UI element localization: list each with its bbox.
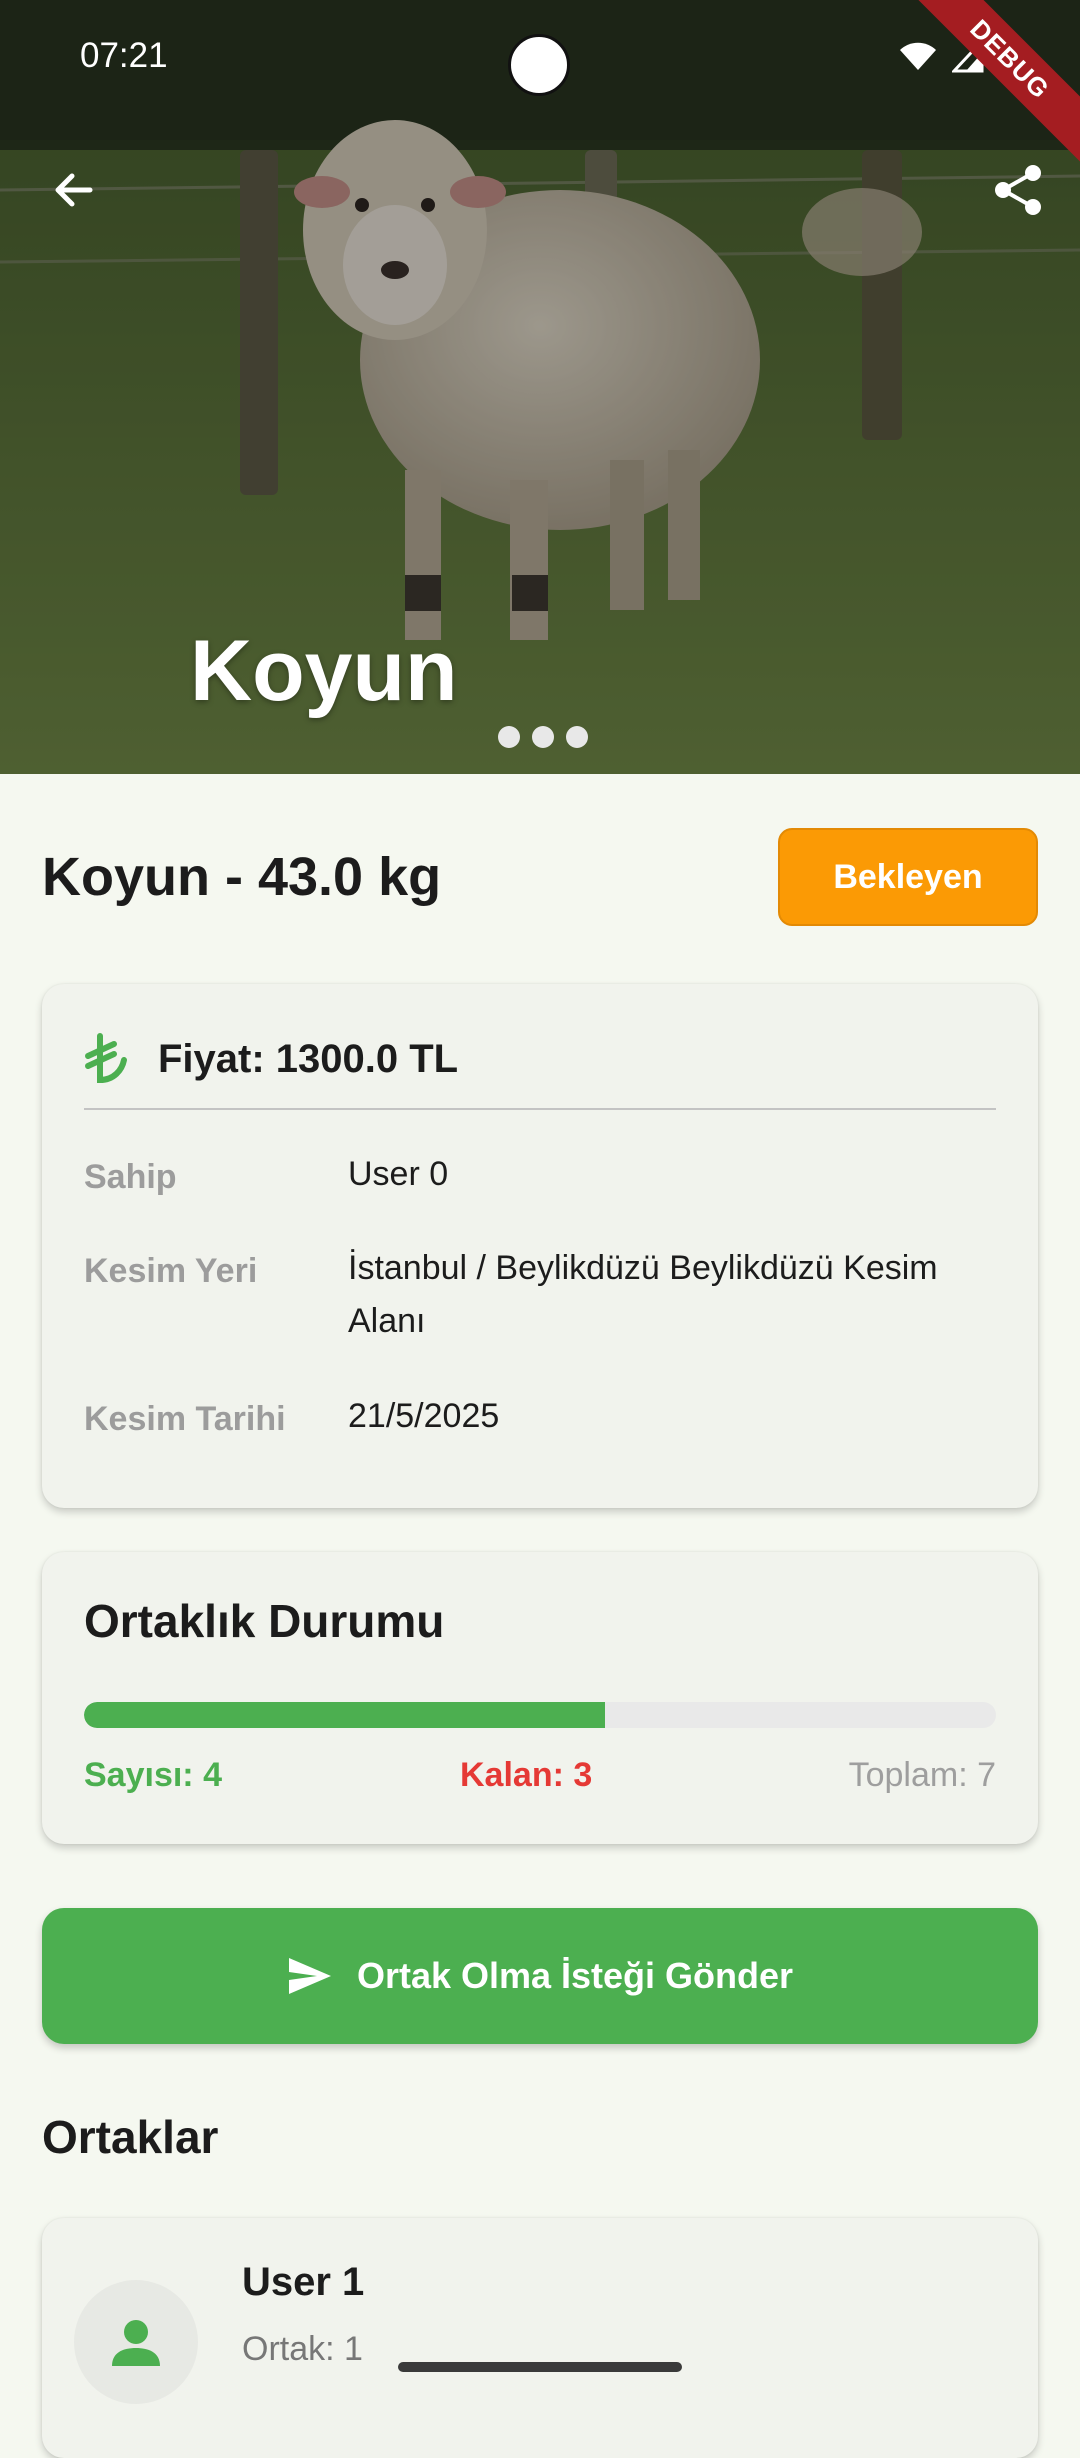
list-item[interactable]: User 1 Ortak: 1 [42,2218,1038,2458]
hero-image-carousel[interactable]: 07:21 DEBUG Koyun [0,0,1080,774]
lira-icon [85,1033,127,1084]
arrow-back-icon [55,173,93,207]
details-card: Fiyat: 1300.0 TL Sahip User 0 Kesim Yeri… [42,984,1038,1508]
partner-share: Ortak: 1 [242,2330,363,2368]
total-count: Toplam: 7 [848,1756,996,1794]
divider [84,1108,996,1110]
partnership-progress-bar [84,1702,996,1728]
status-badge: Bekleyen [778,828,1038,926]
price-row: Fiyat: 1300.0 TL [84,1024,458,1094]
partnership-status-card: Ortaklık Durumu Sayısı: 4 Kalan: 3 Topla… [42,1552,1038,1844]
price-text: Fiyat: 1300.0 TL [158,1036,459,1081]
home-indicator[interactable] [398,2362,682,2372]
slaughter-date-value: 21/5/2025 [348,1397,500,1435]
carousel-indicator [498,726,588,748]
slaughter-place-value: İstanbul / Beylikdüzü Beylikdüzü Kesim A… [348,1249,938,1340]
status-bar: 07:21 DEBUG [0,0,1080,168]
person-icon [112,2320,160,2366]
slaughter-place-label: Kesim Yeri [84,1252,258,1290]
carousel-dot[interactable] [498,726,520,748]
hero-title: Koyun [190,623,458,719]
camera-cutout [508,34,570,96]
send-partnership-request-button[interactable]: Ortak Olma İsteği Gönder [42,1908,1038,2044]
send-request-label: Ortak Olma İsteği Gönder [356,1955,794,1996]
sheep-photo [0,0,1080,774]
avatar [74,2280,198,2404]
share-icon [995,165,1041,215]
owner-value: User 0 [348,1155,449,1193]
partner-name: User 1 [242,2260,365,2304]
carousel-dot[interactable] [532,726,554,748]
carousel-dot[interactable] [566,726,588,748]
partnership-title: Ortaklık Durumu [84,1595,445,1647]
progress-fill [84,1702,606,1728]
animal-title: Koyun - 43.0 kg [42,847,442,907]
back-button[interactable] [34,150,114,230]
status-time: 07:21 [80,36,168,75]
share-button[interactable] [978,150,1058,230]
wifi-icon [900,42,936,70]
remaining-count: Kalan: 3 [460,1756,593,1794]
send-icon [288,1958,331,1994]
partner-count: Sayısı: 4 [84,1756,222,1794]
slaughter-date-label: Kesim Tarihi [84,1400,286,1438]
owner-label: Sahip [84,1158,177,1196]
partners-section-title: Ortaklar [42,2111,219,2163]
animal-heading: Koyun - 43.0 kg Bekleyen [42,828,1038,928]
